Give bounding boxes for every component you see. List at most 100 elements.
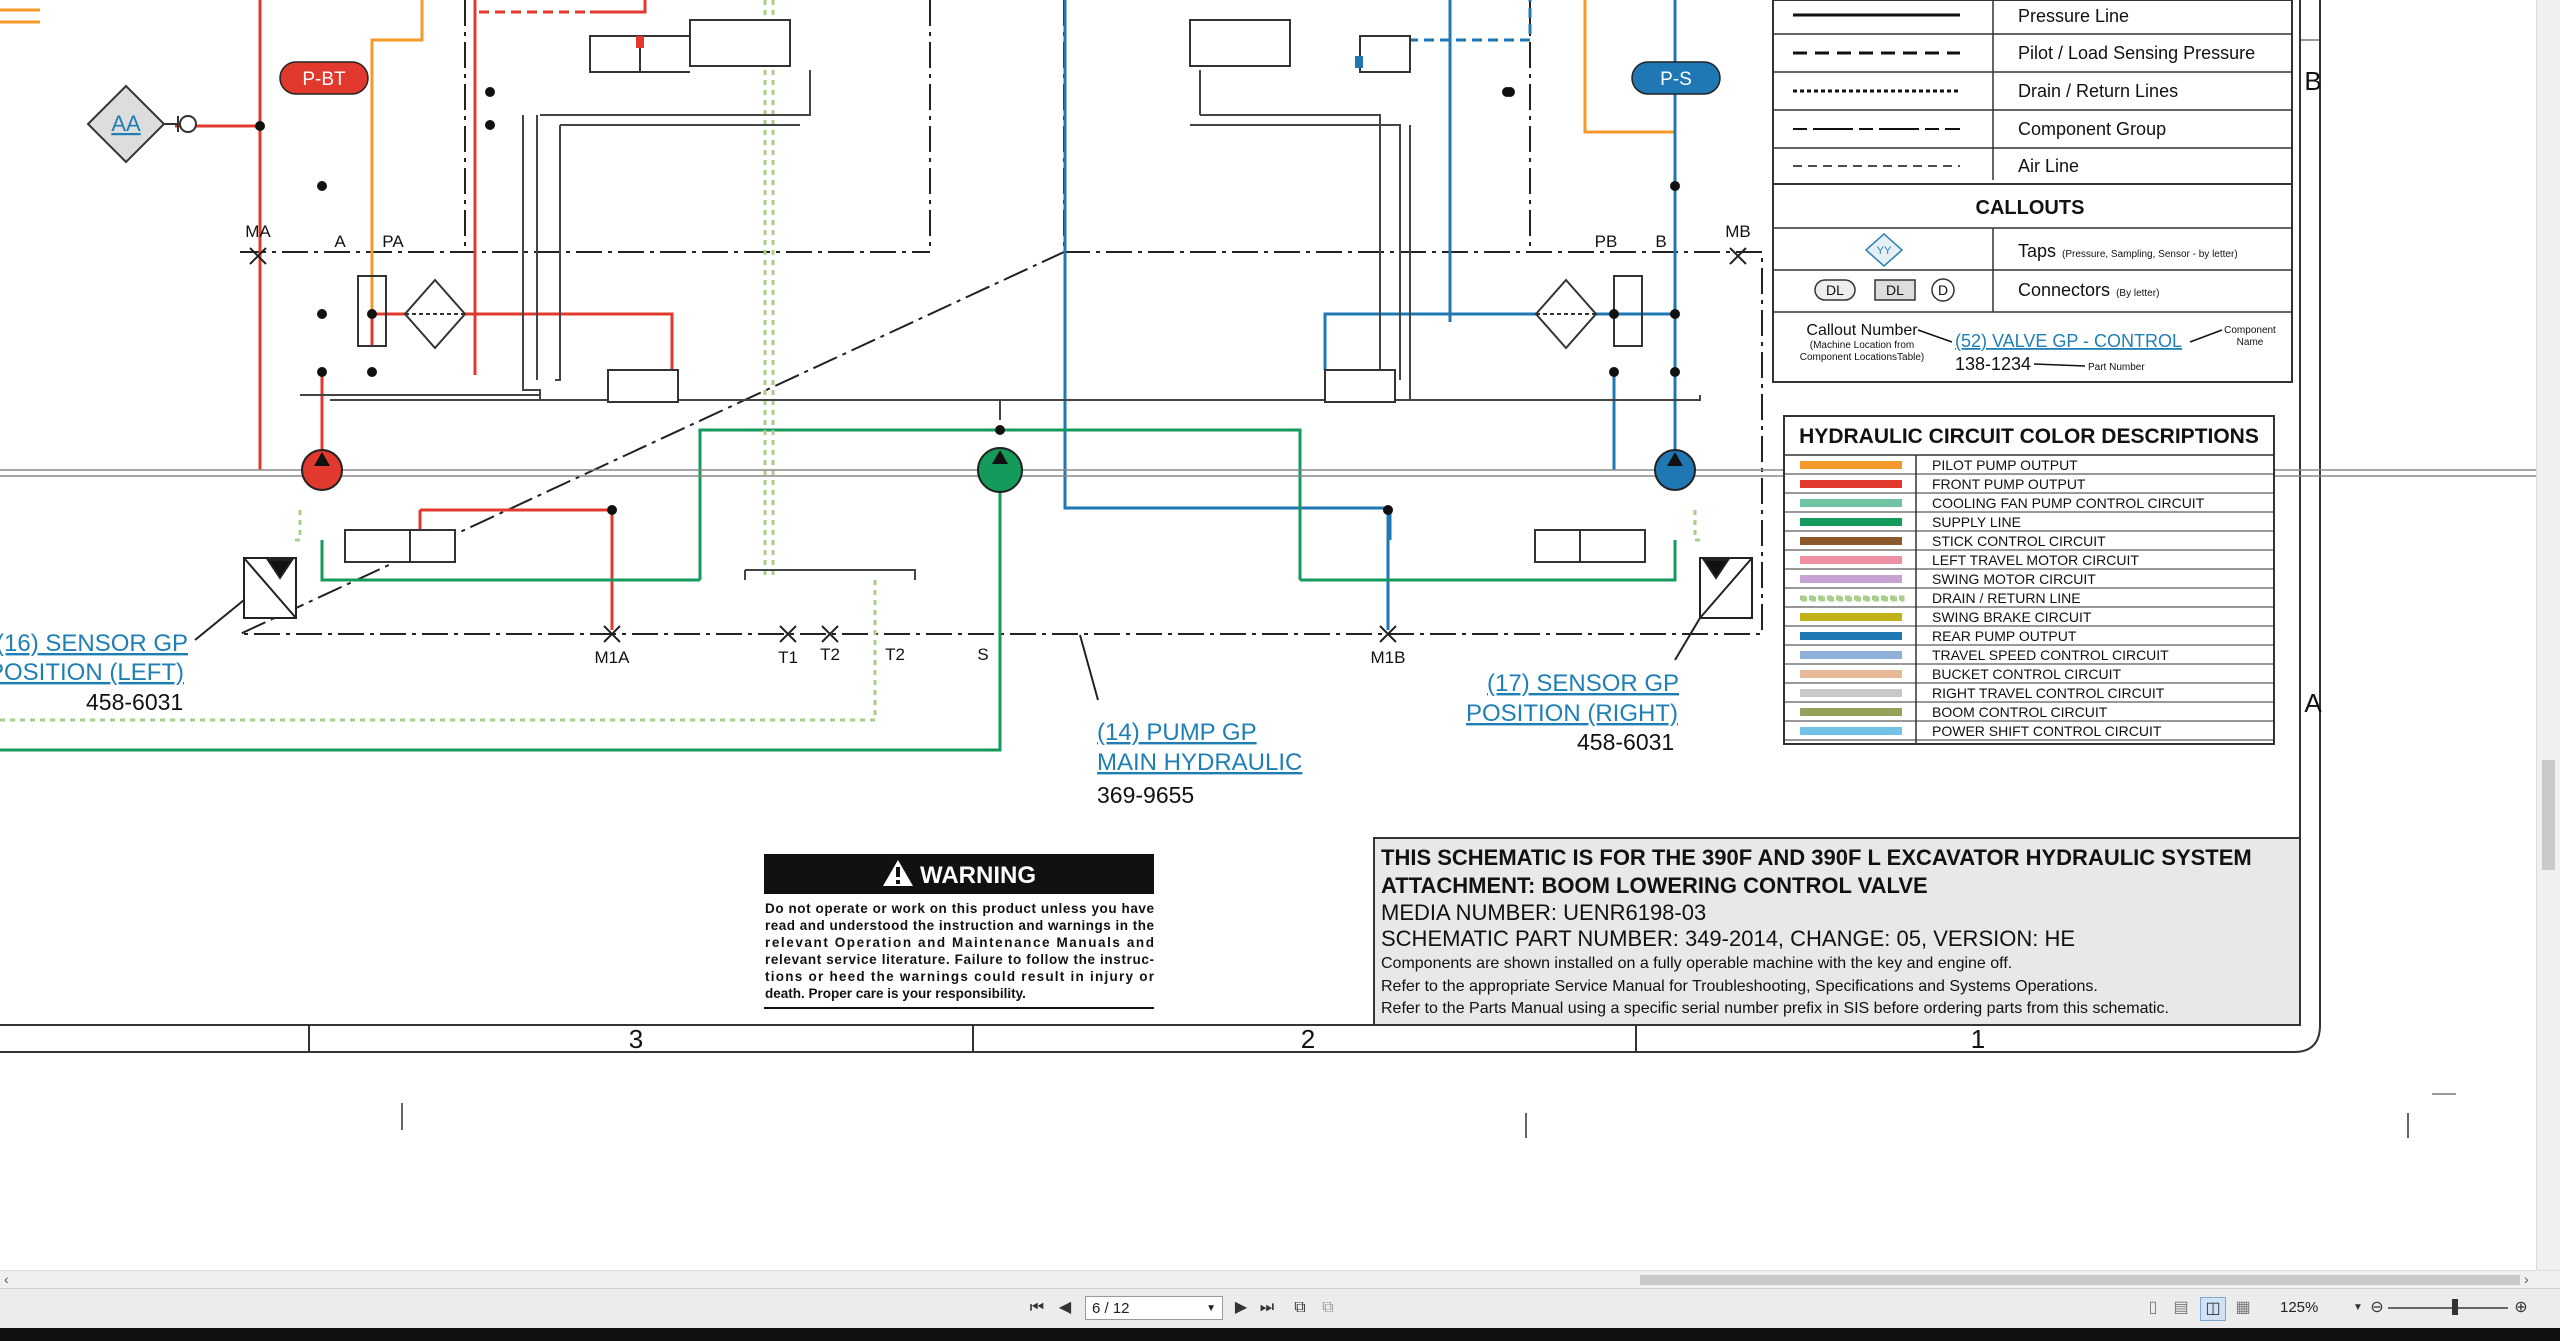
legend-air-line: Air Line	[2018, 156, 2079, 176]
color-swatch	[1800, 461, 1902, 469]
page-number-field[interactable]: 6 / 12 ▼	[1085, 1296, 1223, 1320]
grid-row-a: A	[2304, 688, 2322, 718]
first-page-icon[interactable]: ⏮	[1028, 1297, 1046, 1319]
warning-line-1: Do not operate or work on this product u…	[765, 901, 1154, 916]
horizontal-scrollbar[interactable]: ‹ ›	[0, 1270, 2560, 1289]
ps-tag: P-S	[1631, 61, 1721, 95]
color-legend-label: SWING BRAKE CIRCUIT	[1932, 609, 2092, 625]
warning-line-6: death. Proper care is your responsibilit…	[765, 986, 1026, 1001]
viewer-toolbar: ⏮ ◀ 6 / 12 ▼ ▶ ⏭ ⧉ ⧉ ▯ ▤ ◫ ▦ 125% ▼ ⊖ ⊕	[0, 1288, 2560, 1329]
color-legend-label: COOLING FAN PUMP CONTROL CIRCUIT	[1932, 495, 2205, 511]
port-m1b: M1B	[1371, 648, 1406, 667]
color-swatch	[1800, 708, 1902, 716]
svg-text:AA: AA	[111, 111, 141, 136]
left-sensor-link-1[interactable]: (16) SENSOR GP	[0, 630, 188, 657]
vertical-scroll-thumb[interactable]	[2542, 760, 2555, 870]
svg-text:(52) VALVE GP - CONTROL: (52) VALVE GP - CONTROL	[1955, 331, 2182, 351]
svg-text:D: D	[1938, 282, 1948, 298]
previous-page-icon[interactable]: ◀	[1056, 1297, 1074, 1319]
color-legend-label: FRONT PUMP OUTPUT	[1932, 476, 2086, 492]
vertical-scrollbar[interactable]	[2536, 0, 2560, 1270]
zoom-dropdown-icon[interactable]: ▼	[2352, 1297, 2364, 1319]
chevron-down-icon[interactable]: ▼	[1206, 1297, 1216, 1321]
warning-line-2: read and understood the instruction and …	[765, 918, 1154, 933]
color-swatch	[1800, 556, 1902, 564]
regulator-right	[1324, 369, 1646, 563]
callouts-title: CALLOUTS	[1976, 197, 2085, 219]
color-legend-label: LEFT TRAVEL MOTOR CIRCUIT	[1932, 552, 2139, 568]
pump-link-1[interactable]: (14) PUMP GP	[1097, 719, 1257, 746]
legend-pilot-line: Pilot / Load Sensing Pressure	[2018, 43, 2255, 63]
warning-line-4: relevant service literature. Failure to …	[765, 952, 1154, 967]
color-swatch	[1800, 670, 1902, 678]
grid-col-3: 3	[629, 1024, 643, 1054]
scroll-right-icon[interactable]: ›	[2524, 1271, 2529, 1287]
single-page-view-icon[interactable]: ▯	[2144, 1297, 2162, 1319]
zoom-out-icon[interactable]: ⊖	[2368, 1297, 2386, 1319]
color-legend-label: BUCKET CONTROL CIRCUIT	[1932, 666, 2121, 682]
zoom-slider-handle[interactable]	[2452, 1299, 2458, 1315]
port-b: B	[1655, 232, 1666, 251]
svg-text:DL: DL	[1826, 282, 1844, 298]
warning-line-3: relevant Operation and Maintenance Manua…	[765, 935, 1154, 950]
right-sensor-part: 458-6031	[1577, 729, 1674, 755]
facing-view-icon[interactable]: ◫	[2200, 1297, 2226, 1321]
color-swatch	[1800, 575, 1902, 583]
legend-component-group: Component Group	[2018, 119, 2166, 139]
taskbar	[0, 1328, 2560, 1341]
regulator-left	[344, 369, 679, 563]
color-swatch	[1800, 689, 1902, 697]
title-part-number: SCHEMATIC PART NUMBER: 349-2014, CHANGE:…	[1381, 926, 2075, 951]
document-viewport[interactable]: 3 2 1 B A P-BT P-S AA MA A PA PB B MB M1…	[0, 0, 2560, 1270]
color-swatch	[1800, 632, 1902, 640]
continuous-view-icon[interactable]: ▤	[2172, 1297, 2190, 1319]
title-note-1: Components are shown installed on a full…	[1381, 955, 2012, 972]
port-s: S	[977, 645, 988, 664]
control-valve-right	[1189, 19, 1411, 73]
color-legend-label: PILOT PUMP OUTPUT	[1932, 457, 2078, 473]
svg-text:Callout Number: Callout Number	[1806, 322, 1918, 339]
last-page-icon[interactable]: ⏭	[1258, 1297, 1276, 1319]
color-legend-label: BOOM CONTROL CIRCUIT	[1932, 704, 2108, 720]
title-note-3: Refer to the Parts Manual using a specif…	[1381, 1000, 2169, 1017]
zoom-in-icon[interactable]: ⊕	[2512, 1297, 2530, 1319]
paste-page-icon[interactable]: ⧉	[1318, 1297, 1338, 1319]
zoom-slider[interactable]	[2388, 1307, 2508, 1309]
tap-aa: AA	[86, 84, 197, 164]
svg-text:P-BT: P-BT	[302, 69, 346, 90]
color-swatch	[1800, 537, 1902, 545]
horizontal-scroll-thumb[interactable]	[1640, 1275, 2520, 1285]
next-page-icon[interactable]: ▶	[1232, 1297, 1250, 1319]
right-sensor-link-1[interactable]: (17) SENSOR GP	[1487, 670, 1679, 697]
legend-drain-line: Drain / Return Lines	[2018, 81, 2178, 101]
color-swatch	[1800, 499, 1902, 507]
right-sensor-link-2[interactable]: POSITION (RIGHT)	[1466, 700, 1678, 727]
grid-col-2: 2	[1301, 1024, 1315, 1054]
grid-row-b: B	[2304, 66, 2321, 96]
svg-text:(Machine Location from: (Machine Location from	[1810, 340, 1915, 351]
warning-line-5: tions or heed the warnings could result …	[765, 969, 1155, 984]
color-legend-title: HYDRAULIC CIRCUIT COLOR DESCRIPTIONS	[1799, 425, 2259, 448]
port-pa: PA	[382, 232, 404, 251]
color-swatch	[1800, 613, 1902, 621]
svg-text:YY: YY	[1877, 245, 1892, 257]
color-legend-label: RIGHT TRAVEL CONTROL CIRCUIT	[1932, 685, 2165, 701]
title-line-1: THIS SCHEMATIC IS FOR THE 390F AND 390F …	[1381, 845, 2252, 870]
zoom-level[interactable]: 125%	[2280, 1297, 2318, 1319]
title-note-2: Refer to the appropriate Service Manual …	[1381, 978, 2098, 995]
cover-view-icon[interactable]: ▦	[2234, 1297, 2252, 1319]
scroll-left-icon[interactable]: ‹	[4, 1271, 9, 1287]
port-a: A	[334, 232, 346, 251]
pump-link-2[interactable]: MAIN HYDRAULIC	[1097, 749, 1302, 776]
copy-page-icon[interactable]: ⧉	[1290, 1297, 1310, 1319]
color-legend-label: DRAIN / RETURN LINE	[1932, 590, 2081, 606]
left-sensor-part: 458-6031	[86, 689, 183, 715]
pilot-pump-lines	[0, 0, 1677, 314]
color-swatch	[1800, 727, 1902, 735]
left-sensor-link-2[interactable]: POSITION (LEFT)	[0, 659, 184, 686]
color-swatch	[1800, 518, 1902, 526]
color-legend-label: SWING MOTOR CIRCUIT	[1932, 571, 2096, 587]
page-indicator: 6 / 12	[1092, 1300, 1130, 1317]
junction-dots	[255, 87, 1680, 515]
svg-text:Component LocationsTable): Component LocationsTable)	[1800, 352, 1925, 363]
